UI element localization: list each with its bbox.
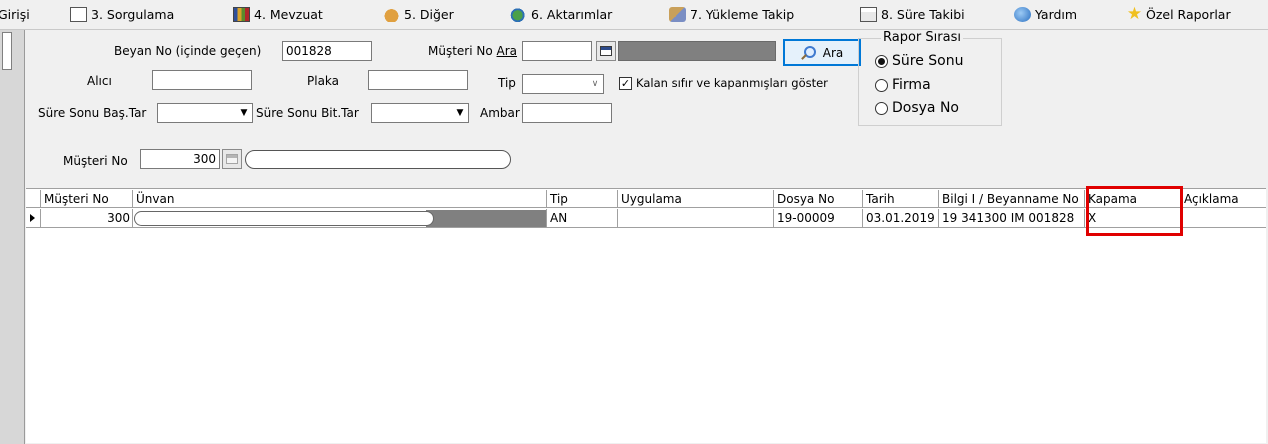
radio-label: Dosya No xyxy=(892,100,959,116)
menu-item-sorgulama[interactable]: 3. Sorgulama xyxy=(70,0,174,29)
cell-aciklama[interactable] xyxy=(1181,209,1266,228)
row-indicator-arrow-icon[interactable] xyxy=(26,209,41,228)
left-side-panel xyxy=(0,30,25,444)
plaka-label: Plaka xyxy=(307,74,340,88)
cell-dosya-no[interactable]: 19-00009 xyxy=(774,209,863,228)
musteri-no-input[interactable]: 300 xyxy=(140,149,220,169)
menu-label: 6. Aktarımlar xyxy=(531,7,613,22)
main-panel: Beyan No (içinde geçen) 001828 Müşteri N… xyxy=(26,30,1266,443)
musteri-no-ara-input[interactable] xyxy=(522,41,592,61)
kapama-highlight-box xyxy=(1086,186,1183,236)
menu-item-girisi[interactable]: Girişi xyxy=(0,0,30,29)
beyan-no-input[interactable]: 001828 xyxy=(282,41,372,61)
menu-label: Girişi xyxy=(0,7,30,22)
grid-corner xyxy=(26,190,41,208)
col-header-musteri-no[interactable]: Müşteri No xyxy=(41,190,133,208)
musteri-no-ara-label: Müşteri No Ara xyxy=(428,44,518,58)
calendar-lookup-icon xyxy=(600,46,612,56)
cell-beyanname-no[interactable]: 19 341300 IM 001828 xyxy=(939,209,1085,228)
dropdown-arrow-icon[interactable]: ▼ xyxy=(452,104,468,122)
musteri-no-lookup-button[interactable] xyxy=(222,149,242,169)
query-icon xyxy=(70,7,87,22)
sure-sonu-bas-date[interactable]: ▼ xyxy=(157,103,253,123)
ambar-label: Ambar xyxy=(480,106,520,120)
ambar-input[interactable] xyxy=(522,103,612,123)
menu-label: Özel Raporlar xyxy=(1146,7,1231,22)
help-icon xyxy=(1014,7,1031,22)
results-grid: Müşteri No Ünvan Tip Uygulama Dosya No T… xyxy=(26,188,1266,443)
menu-label: 5. Diğer xyxy=(404,7,454,22)
musteri-name-display xyxy=(618,41,776,61)
magnifier-icon xyxy=(801,45,816,60)
col-header-aciklama[interactable]: Açıklama xyxy=(1181,190,1266,208)
tip-label: Tip xyxy=(498,76,516,90)
musteri-lookup-button[interactable] xyxy=(596,41,616,61)
kalan-checkbox[interactable]: ✓ xyxy=(619,77,632,90)
plaka-input[interactable] xyxy=(368,70,468,90)
side-scroll-thumb[interactable] xyxy=(2,32,12,70)
col-header-uygulama[interactable]: Uygulama xyxy=(618,190,774,208)
menu-item-mevzuat[interactable]: 4. Mevzuat xyxy=(233,0,323,29)
radio-selected-icon[interactable] xyxy=(875,54,888,68)
sure-sonu-bit-date[interactable]: ▼ xyxy=(371,103,469,123)
radio-label: Süre Sonu xyxy=(892,53,964,69)
books-icon xyxy=(233,7,250,22)
menu-item-ozel-raporlar[interactable]: Özel Raporlar xyxy=(1126,0,1231,29)
kalan-checkbox-label: Kalan sıfır ve kapanmışları göster xyxy=(636,76,828,90)
menu-bar: Girişi 3. Sorgulama 4. Mevzuat 5. Diğer … xyxy=(0,0,1268,30)
col-header-dosya-no[interactable]: Dosya No xyxy=(774,190,863,208)
radio-icon[interactable] xyxy=(875,78,888,92)
menu-item-yardim[interactable]: Yardım xyxy=(1014,0,1077,29)
menu-label: Yardım xyxy=(1035,7,1078,22)
menu-label: 8. Süre Takibi xyxy=(881,7,965,22)
alici-input[interactable] xyxy=(152,70,252,90)
tracking-icon xyxy=(669,7,686,22)
cell-tarih[interactable]: 03.01.2019 xyxy=(863,209,939,228)
cell-musteri-no[interactable]: 300 xyxy=(41,209,133,228)
cell-uygulama[interactable] xyxy=(618,209,774,228)
radio-sure-sonu[interactable]: Süre Sonu xyxy=(875,53,963,69)
calendar-icon xyxy=(860,7,877,22)
musteri-unvan-display xyxy=(245,150,511,169)
cell-tip[interactable]: AN xyxy=(547,209,618,228)
rapor-sirasi-title: Rapor Sırası xyxy=(881,30,963,45)
tip-combo[interactable]: ∨ xyxy=(522,74,604,94)
dropdown-arrow-icon[interactable]: ▼ xyxy=(236,104,252,122)
bag-icon xyxy=(383,7,400,22)
col-header-tip[interactable]: Tip xyxy=(547,190,618,208)
radio-label: Firma xyxy=(892,77,931,93)
menu-label: 3. Sorgulama xyxy=(91,7,175,22)
musteri-no-label: Müşteri No xyxy=(63,154,128,168)
cell-unvan-redacted-pill xyxy=(134,211,434,226)
chevron-down-icon[interactable]: ∨ xyxy=(587,75,603,93)
alici-label: Alıcı xyxy=(87,74,112,88)
col-header-unvan[interactable]: Ünvan xyxy=(133,190,547,208)
star-icon xyxy=(1126,7,1143,22)
beyan-no-label: Beyan No (içinde geçen) xyxy=(114,44,262,58)
calendar-lookup-icon xyxy=(226,154,238,164)
transfer-gear-icon xyxy=(510,7,527,22)
col-header-tarih[interactable]: Tarih xyxy=(863,190,939,208)
menu-item-diger[interactable]: 5. Diğer xyxy=(383,0,454,29)
menu-label: 7. Yükleme Takip xyxy=(690,7,795,22)
menu-item-sure-takibi[interactable]: 8. Süre Takibi xyxy=(860,0,965,29)
radio-dosya-no[interactable]: Dosya No xyxy=(875,100,959,116)
radio-icon[interactable] xyxy=(875,101,888,115)
menu-label: 4. Mevzuat xyxy=(254,7,323,22)
sure-sonu-bas-label: Süre Sonu Baş.Tar xyxy=(38,106,147,120)
col-header-beyanname-no[interactable]: Bilgi I / Beyanname No xyxy=(939,190,1085,208)
ara-button[interactable]: Ara xyxy=(783,39,861,66)
ara-button-label: Ara xyxy=(822,45,844,60)
menu-item-aktarimlar[interactable]: 6. Aktarımlar xyxy=(510,0,612,29)
sure-sonu-bit-label: Süre Sonu Bit.Tar xyxy=(256,106,359,120)
menu-item-yukleme-takip[interactable]: 7. Yükleme Takip xyxy=(669,0,794,29)
rapor-sirasi-group: Rapor Sırası Süre Sonu Firma Dosya No xyxy=(858,30,1002,126)
cell-unvan-redacted xyxy=(426,210,546,227)
radio-firma[interactable]: Firma xyxy=(875,77,931,93)
